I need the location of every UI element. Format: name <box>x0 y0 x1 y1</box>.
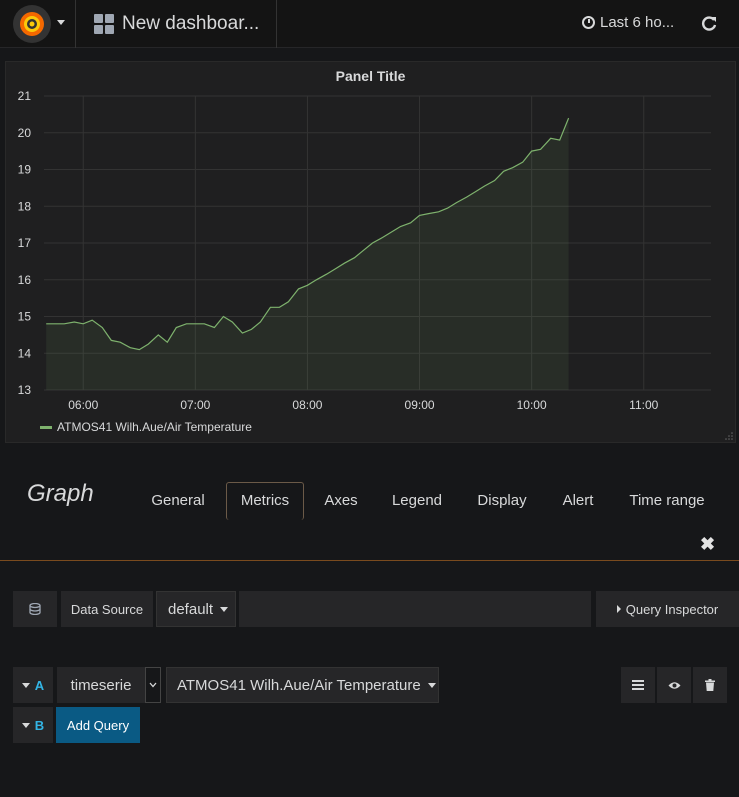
query-b-letter: B <box>34 717 45 733</box>
x-tick-label: 07:00 <box>180 398 210 412</box>
y-tick-label: 17 <box>18 236 32 250</box>
x-tick-label: 08:00 <box>292 398 322 412</box>
x-tick-label: 09:00 <box>405 398 435 412</box>
dashboard-grid-icon <box>94 14 114 34</box>
remove-query-button[interactable] <box>693 667 727 703</box>
query-inspector-button[interactable]: Query Inspector <box>596 591 739 627</box>
y-tick-label: 14 <box>18 346 32 360</box>
caret-down-icon <box>427 682 436 688</box>
y-tick-label: 16 <box>18 273 32 287</box>
y-tick-label: 13 <box>18 383 32 397</box>
legend-item[interactable]: ATMOS41 Wilh.Aue/Air Temperature <box>40 420 252 434</box>
y-tick-label: 15 <box>18 310 32 324</box>
graph-chart: 13 14 15 16 17 18 19 20 21 06:00 07:00 08:00 09:00 10… <box>18 89 711 412</box>
y-tick-label: 21 <box>18 89 32 103</box>
tab-general[interactable]: General <box>145 482 211 520</box>
tab-alert[interactable]: Alert <box>556 482 600 520</box>
dashboard-title-button[interactable]: New dashboar... <box>77 0 277 48</box>
measurement-select[interactable]: timeserie <box>57 667 145 703</box>
grafana-logo-icon <box>13 5 51 43</box>
tab-legend[interactable]: Legend <box>388 482 446 520</box>
x-tick-label: 06:00 <box>68 398 98 412</box>
resize-handle-icon[interactable] <box>725 432 733 440</box>
dashboard-title: New dashboar... <box>122 13 260 34</box>
caret-right-icon <box>616 605 621 613</box>
tab-time-range[interactable]: Time range <box>624 482 710 520</box>
y-tick-label: 18 <box>18 199 32 213</box>
query-a-letter: A <box>34 677 45 693</box>
database-icon <box>29 603 41 615</box>
datasource-icon-box <box>13 591 57 627</box>
measurement-dropdown-toggle[interactable] <box>145 667 161 703</box>
datasource-label: Data Source <box>61 591 153 627</box>
query-b-collapse-button[interactable]: B <box>13 707 53 743</box>
tab-axes[interactable]: Axes <box>320 482 362 520</box>
trash-icon <box>705 679 715 691</box>
y-tick-label: 19 <box>18 163 32 177</box>
time-range-label: Last 6 ho... <box>600 14 675 31</box>
caret-down-icon <box>21 682 30 688</box>
y-tick-label: 20 <box>18 126 32 140</box>
time-picker-button[interactable]: Last 6 ho... <box>582 14 674 31</box>
hamburger-icon <box>632 680 644 690</box>
measurement-value: timeserie <box>70 676 132 694</box>
caret-down-icon <box>220 606 229 612</box>
query-menu-button[interactable] <box>621 667 655 703</box>
eye-icon <box>668 681 680 689</box>
refresh-icon <box>702 16 717 31</box>
tab-metrics[interactable]: Metrics <box>226 482 304 520</box>
x-tick-label: 11:00 <box>629 398 658 412</box>
x-tick-label: 10:00 <box>517 398 547 412</box>
chevron-down-icon <box>149 682 157 688</box>
clock-icon <box>582 16 595 29</box>
series-value: ATMOS41 Wilh.Aue/Air Temperature <box>177 676 421 694</box>
toggle-visibility-button[interactable] <box>657 667 691 703</box>
editor-title: Graph <box>27 480 94 507</box>
query-a-collapse-button[interactable]: A <box>13 667 53 703</box>
series-select[interactable]: ATMOS41 Wilh.Aue/Air Temperature <box>166 667 439 703</box>
add-query-button[interactable]: Add Query <box>56 707 140 743</box>
graph-panel[interactable]: Panel Title 13 14 15 16 17 18 19 20 21 06:00 07:00… <box>5 61 736 443</box>
editor-divider <box>0 560 739 561</box>
grafana-menu-button[interactable] <box>0 0 76 48</box>
chevron-down-icon <box>57 20 65 25</box>
close-editor-button[interactable]: ✖ <box>700 534 715 555</box>
legend-swatch <box>40 425 52 429</box>
refresh-button[interactable] <box>699 14 719 34</box>
caret-down-icon <box>21 722 30 728</box>
datasource-value: default <box>168 600 214 618</box>
datasource-filler <box>239 591 591 627</box>
tab-display[interactable]: Display <box>472 482 532 520</box>
top-navbar: New dashboar... Last 6 ho... <box>0 0 739 48</box>
query-inspector-label: Query Inspector <box>625 601 719 617</box>
datasource-select[interactable]: default <box>156 591 236 627</box>
legend-label: ATMOS41 Wilh.Aue/Air Temperature <box>57 420 252 434</box>
panel-editor: Graph General Metrics Axes Legend Displa… <box>0 450 739 797</box>
